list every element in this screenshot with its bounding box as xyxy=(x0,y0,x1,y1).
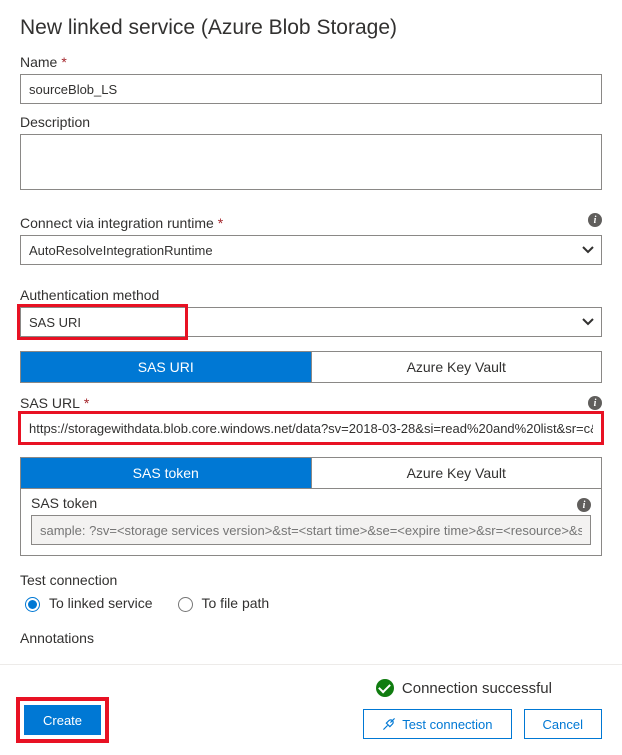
runtime-label: Connect via integration runtime* xyxy=(20,215,223,231)
test-connection-label: Test connection xyxy=(20,572,602,588)
radio-to-linked-service[interactable]: To linked service xyxy=(20,594,153,612)
page-title: New linked service (Azure Blob Storage) xyxy=(20,16,602,40)
sas-token-input[interactable] xyxy=(31,515,591,545)
test-connection-button[interactable]: Test connection xyxy=(363,709,511,739)
name-input[interactable] xyxy=(20,74,602,104)
description-label: Description xyxy=(20,114,602,130)
auth-select[interactable] xyxy=(20,307,602,337)
description-input[interactable] xyxy=(20,134,602,190)
auth-tabs: SAS URI Azure Key Vault xyxy=(20,351,602,383)
radio-to-file-path[interactable]: To file path xyxy=(173,594,270,612)
annotations-label: Annotations xyxy=(20,630,602,646)
token-tabs: SAS token Azure Key Vault xyxy=(20,457,602,489)
name-label: Name* xyxy=(20,54,602,70)
plug-icon xyxy=(382,717,396,731)
tab-sas-token[interactable]: SAS token xyxy=(21,458,311,488)
tab-sas-uri[interactable]: SAS URI xyxy=(21,352,311,382)
create-button[interactable]: Create xyxy=(24,705,101,735)
runtime-select[interactable] xyxy=(20,235,602,265)
tab-token-key-vault[interactable]: Azure Key Vault xyxy=(311,458,602,488)
cancel-button[interactable]: Cancel xyxy=(524,709,602,739)
sas-url-input[interactable] xyxy=(20,413,602,443)
tab-key-vault[interactable]: Azure Key Vault xyxy=(311,352,602,382)
auth-label: Authentication method xyxy=(20,287,602,303)
check-circle-icon xyxy=(376,679,394,697)
info-icon[interactable]: i xyxy=(577,498,591,512)
sas-token-label: SAS token xyxy=(31,495,97,511)
info-icon[interactable]: i xyxy=(588,213,602,227)
sas-url-label: SAS URL* xyxy=(20,395,89,411)
create-highlight: Create xyxy=(20,701,105,739)
radio-filepath-input[interactable] xyxy=(178,597,193,612)
connection-status: Connection successful xyxy=(376,679,552,697)
radio-service-input[interactable] xyxy=(25,597,40,612)
info-icon[interactable]: i xyxy=(588,396,602,410)
